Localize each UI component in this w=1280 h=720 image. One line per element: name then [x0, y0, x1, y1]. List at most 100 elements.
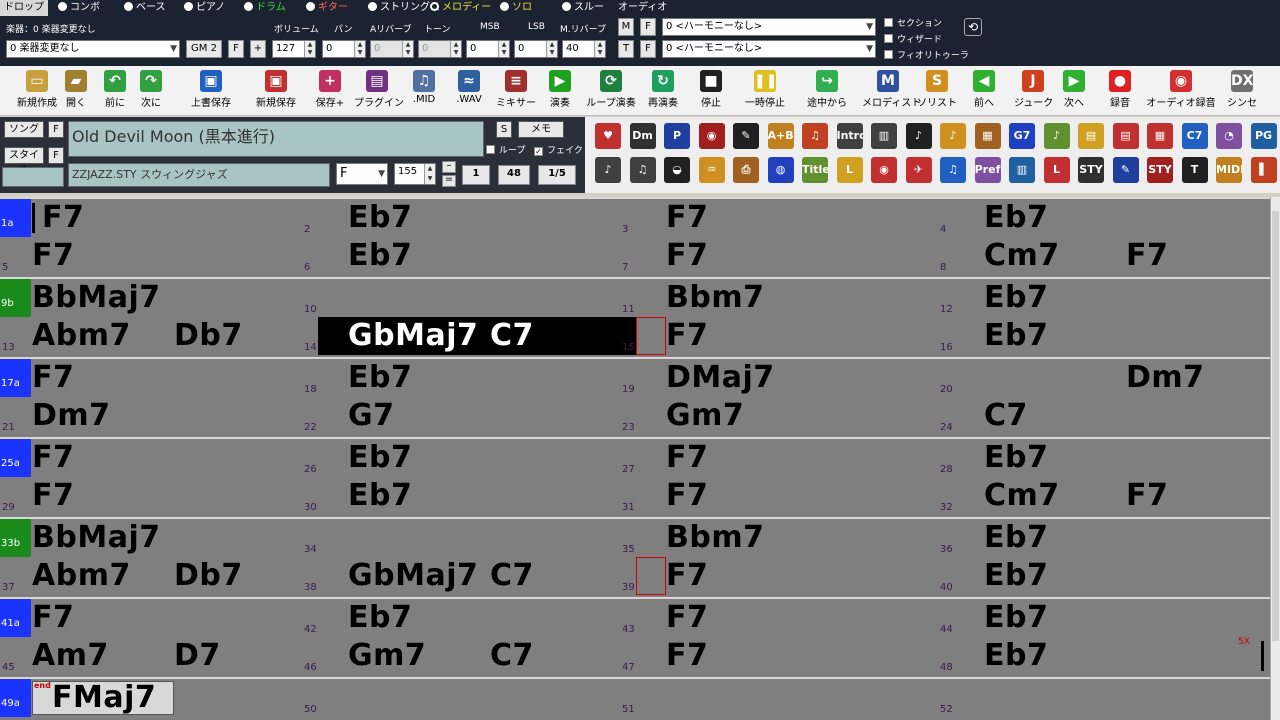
mixer-value-stepper[interactable]: 40 ▲ ▼	[562, 40, 606, 58]
quick-icon-0-9[interactable]: ♪	[905, 123, 932, 149]
instrument-plus-button[interactable]: +	[250, 40, 266, 58]
instrument-f-button[interactable]: F	[228, 40, 244, 58]
bar-cell[interactable]: 17a F7	[0, 359, 318, 397]
stepper-arrows-icon[interactable]: ▲ ▼	[450, 41, 461, 57]
toolbar-button-14[interactable]: ■ 停止	[690, 68, 732, 114]
track-radio-0[interactable]: ドロップ	[0, 0, 48, 16]
harmony-select-2[interactable]: 0 <ハーモニーなし> ▼	[662, 40, 876, 58]
toolbar-button-21[interactable]: ▶ 次へ	[1054, 68, 1094, 114]
radio-button-icon[interactable]	[500, 2, 509, 11]
bar-cell[interactable]: 28 Eb7	[940, 439, 1272, 477]
tempo-down-button[interactable]: –	[442, 161, 456, 173]
bar-cell[interactable]: 30 Eb7	[304, 477, 636, 515]
bar-cell[interactable]: 25a F7	[0, 439, 318, 477]
checkbox-box[interactable]	[486, 145, 495, 154]
toolbar-button-5[interactable]: ▣ 新規保存	[246, 68, 306, 114]
bar-cell[interactable]: 46 Gm7 C7	[304, 637, 636, 675]
bar-cell[interactable]: 8 Cm7 F7	[940, 237, 1272, 275]
bar-cell[interactable]: 19 DMaj7	[622, 359, 954, 397]
bar-cell[interactable]: 50	[304, 679, 636, 717]
toolbar-button-23[interactable]: ◉ オーディオ録音	[1146, 68, 1216, 114]
bar-cell[interactable]: 16 Eb7	[940, 317, 1272, 355]
bar-cell[interactable]: 35 Bbm7	[622, 519, 954, 557]
track-radio-3[interactable]: ピアノ	[184, 0, 225, 16]
quick-icon-1-6[interactable]: Title	[802, 157, 828, 183]
bar-cell[interactable]: 15 F7	[622, 317, 954, 355]
fioritura-checkbox[interactable]: フィオリトゥーラ	[884, 48, 969, 61]
track-radio-8[interactable]: ソロ	[500, 0, 532, 16]
section-checkbox[interactable]: セクション	[884, 16, 942, 29]
bar-cell[interactable]: 38 GbMaj7 C7	[304, 557, 636, 595]
harmony-select-1[interactable]: 0 <ハーモニーなし> ▼	[662, 18, 876, 36]
quick-icon-0-17[interactable]: C7	[1181, 123, 1208, 149]
checkbox-checked[interactable]: ✓	[534, 147, 543, 156]
bar-cell[interactable]: 47 F7	[622, 637, 954, 675]
bar-cell[interactable]: 49a FMaj7 end	[0, 679, 318, 717]
checkbox-box[interactable]	[884, 34, 893, 43]
stepper-arrows-icon[interactable]: ▲ ▼	[402, 41, 413, 57]
radio-button-icon[interactable]	[562, 2, 571, 11]
stepper-arrows-icon[interactable]: ▲ ▼	[424, 164, 435, 184]
quick-icon-0-6[interactable]: ♫	[802, 123, 828, 149]
quick-icon-1-16[interactable]: STY	[1147, 157, 1173, 183]
quick-icon-1-0[interactable]: ♪	[595, 157, 621, 183]
harmony-f-button-2[interactable]: F	[640, 40, 656, 58]
bar-cell[interactable]: 45 Am7 D7	[0, 637, 318, 675]
bar-cell[interactable]: 22 G7	[304, 397, 636, 435]
bar-cell[interactable]: 32 Cm7 F7	[940, 477, 1272, 515]
quick-icon-1-7[interactable]: L	[836, 157, 863, 183]
fake-checkbox[interactable]: ✓ フェイク	[534, 143, 583, 156]
bar-cell[interactable]: 6 Eb7	[304, 237, 636, 275]
s-button[interactable]: S	[496, 121, 512, 138]
bar-cell[interactable]: 5 F7	[0, 237, 318, 275]
checkbox-box[interactable]	[884, 50, 893, 59]
bar-cell[interactable]: 36 Eb7	[940, 519, 1272, 557]
bar-cell[interactable]: 2 Eb7	[304, 199, 636, 237]
toolbar-button-4[interactable]: ▣ 上書保存	[180, 68, 242, 114]
toolbar-button-10[interactable]: ≡ ミキサー	[494, 68, 538, 114]
quick-icon-1-14[interactable]: STY	[1078, 157, 1104, 183]
bar-cell[interactable]: 51	[622, 679, 954, 717]
quick-icon-1-13[interactable]: L	[1043, 157, 1070, 183]
bar-cell[interactable]: 24 C7	[940, 397, 1272, 435]
section-marker[interactable]: 41a	[0, 599, 31, 637]
song-button[interactable]: ソング	[4, 121, 44, 138]
section-marker[interactable]: 1a	[0, 199, 31, 237]
bar-cell[interactable]: 21 Dm7	[0, 397, 318, 435]
bar-cell[interactable]: 3 F7	[622, 199, 954, 237]
toolbar-button-6[interactable]: + 保存+	[308, 68, 352, 114]
bar-cell[interactable]: 7 F7	[622, 237, 954, 275]
stepper-arrows-icon[interactable]: ▲ ▼	[354, 41, 365, 57]
quick-icon-0-12[interactable]: G7	[1009, 123, 1035, 149]
mixer-value-stepper[interactable]: 0 ▲ ▼	[370, 40, 414, 58]
quick-icon-0-4[interactable]: ✎	[733, 123, 759, 149]
section-marker[interactable]: 25a	[0, 439, 31, 477]
mixer-value-stepper[interactable]: 0 ▲ ▼	[322, 40, 366, 58]
quick-icon-0-13[interactable]: ♪	[1043, 123, 1070, 149]
harmony-t-button[interactable]: T	[618, 40, 634, 58]
bar-cell[interactable]: 1a F7	[0, 199, 318, 237]
bar-cell[interactable]: 44 Eb7	[940, 599, 1272, 637]
harmony-f-button-1[interactable]: F	[640, 18, 656, 36]
mixer-value-stepper[interactable]: 0 ▲ ▼	[514, 40, 558, 58]
quick-icon-1-10[interactable]: ♫	[940, 157, 966, 183]
wizard-checkbox[interactable]: ウィザード	[884, 32, 942, 45]
radio-button-icon[interactable]	[124, 2, 133, 11]
quick-icon-0-3[interactable]: ◉	[698, 123, 725, 149]
toolbar-button-15[interactable]: ❚❚ 一時停止	[736, 68, 794, 114]
radio-button-icon[interactable]	[368, 2, 377, 11]
section-marker[interactable]: 49a	[0, 679, 31, 717]
bar-cell[interactable]: 20 Dm7	[940, 359, 1272, 397]
track-radio-5[interactable]: ギター	[306, 0, 348, 16]
radio-button-icon[interactable]	[244, 2, 253, 11]
mixer-value-stepper[interactable]: 127 ▲ ▼	[272, 40, 316, 58]
toolbar-button-2[interactable]: ↶ 前に	[98, 68, 132, 114]
radio-button-icon[interactable]	[184, 2, 193, 11]
toolbar-button-9[interactable]: ≈ .WAV	[448, 68, 490, 114]
toolbar-button-8[interactable]: ♫ .MID	[404, 68, 444, 114]
bar-cell[interactable]: 34	[304, 519, 636, 557]
memo-button[interactable]: メモ	[518, 121, 564, 138]
toolbar-button-24[interactable]: DX シンセ	[1218, 68, 1266, 114]
bar-cell[interactable]: 37 Abm7 Db7	[0, 557, 318, 595]
bar-cell[interactable]: 11 Bbm7	[622, 279, 954, 317]
